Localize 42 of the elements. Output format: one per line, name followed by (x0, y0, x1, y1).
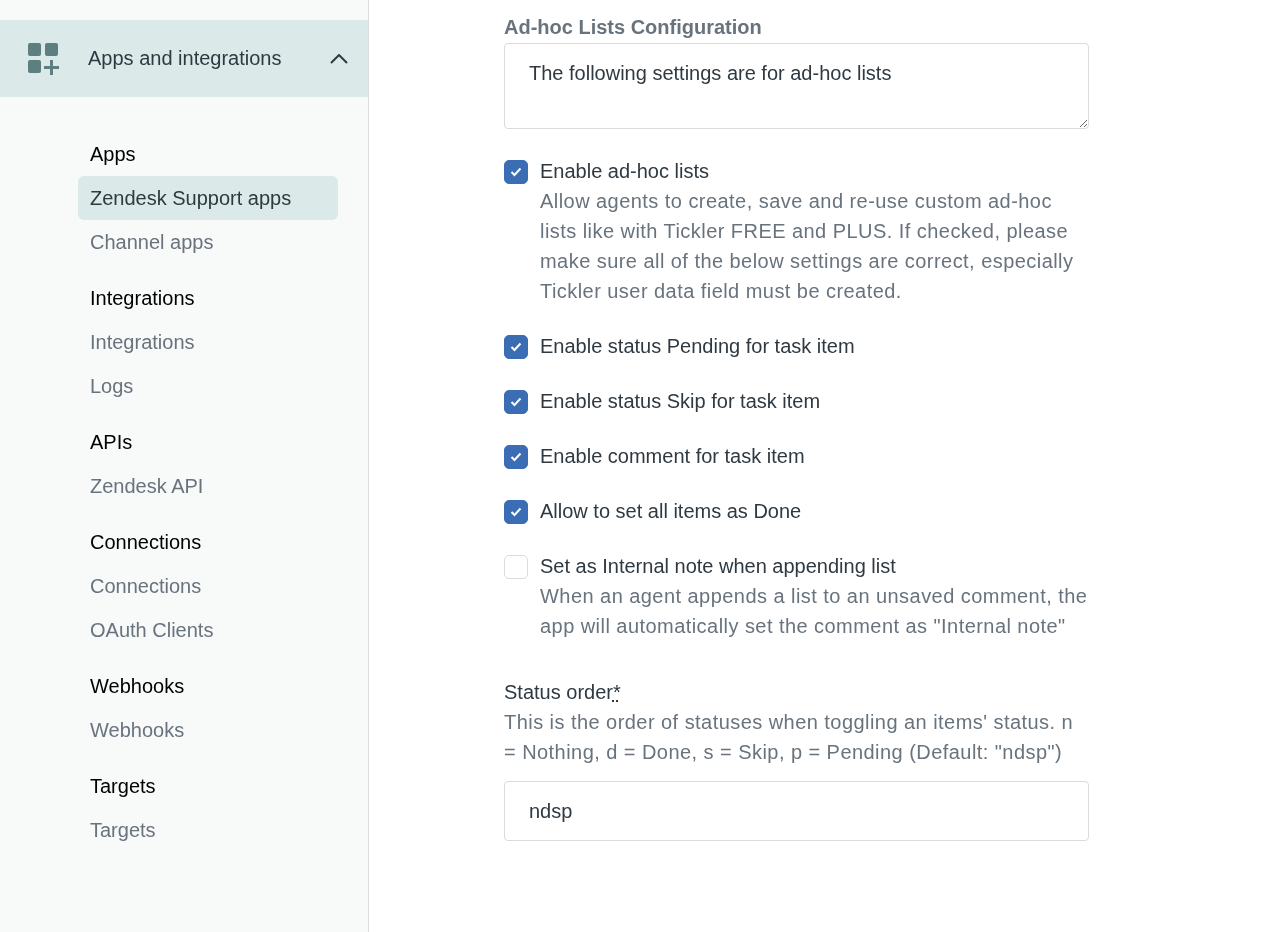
checkbox-label: Enable ad-hoc lists (540, 159, 710, 184)
nav-section-title: Webhooks (89, 674, 186, 699)
check-icon (510, 397, 522, 407)
option-description: Allow agents to create, save and re-use custom ad-hoc lists like with Tickler FREE and PLUS. If checked, please make sure all of the below settings are correct, especially Tickler user data field must be created. (540, 189, 1075, 304)
checkbox[interactable] (504, 335, 528, 359)
nav-item[interactable]: Logs (78, 364, 338, 408)
nav-header[interactable]: Apps and integrations (0, 20, 368, 97)
nav-item[interactable]: Connections (78, 564, 338, 608)
nav-section-title: Apps (89, 142, 137, 167)
check-icon (510, 342, 522, 352)
checkbox-label: Enable status Skip for task item (540, 389, 821, 414)
section-title: Ad-hoc Lists Configuration (504, 15, 763, 40)
nav-item[interactable]: Integrations (78, 320, 338, 364)
check-icon (510, 507, 522, 517)
nav-item[interactable]: Zendesk Support apps (78, 176, 338, 220)
status-order-field[interactable]: ndsp (504, 781, 1089, 841)
nav-item[interactable]: Zendesk API (78, 464, 338, 508)
chevron-up-icon[interactable] (330, 53, 348, 64)
checkbox[interactable] (504, 160, 528, 184)
nav-item[interactable]: Targets (78, 808, 338, 852)
checkbox-label: Set as Internal note when appending list (540, 554, 897, 579)
checkbox-label: Enable status Pending for task item (540, 334, 855, 359)
checkbox[interactable] (504, 500, 528, 524)
checkbox[interactable] (504, 445, 528, 469)
nav-item[interactable]: Channel apps (78, 220, 338, 264)
intro-text-area[interactable]: The following settings are for ad-hoc lists (504, 43, 1089, 129)
check-icon (510, 452, 522, 462)
field-label: Status order* (504, 680, 622, 705)
check-icon (510, 167, 522, 177)
nav-header-label: Apps and integrations (88, 47, 283, 70)
nav-section-title: Connections (89, 530, 203, 555)
grid-plus-icon (28, 42, 60, 75)
nav-section-title: APIs (89, 430, 134, 455)
nav-section-title: Targets (89, 774, 157, 799)
nav-item[interactable]: Webhooks (78, 708, 338, 752)
nav-section-title: Integrations (89, 286, 196, 311)
option-description: When an agent appends a list to an unsaved comment, the app will automatically set the comment as "Internal note" (540, 584, 1089, 639)
field-hint: This is the order of statuses when toggling an items' status. n = Nothing, d = Done, s = Skip, p = Pending (Default: "ndsp") (504, 710, 1075, 765)
checkbox[interactable] (504, 390, 528, 414)
checkbox-label: Enable comment for task item (540, 444, 805, 469)
nav-item[interactable]: OAuth Clients (78, 608, 338, 652)
checkbox-label: Allow to set all items as Done (540, 499, 802, 524)
